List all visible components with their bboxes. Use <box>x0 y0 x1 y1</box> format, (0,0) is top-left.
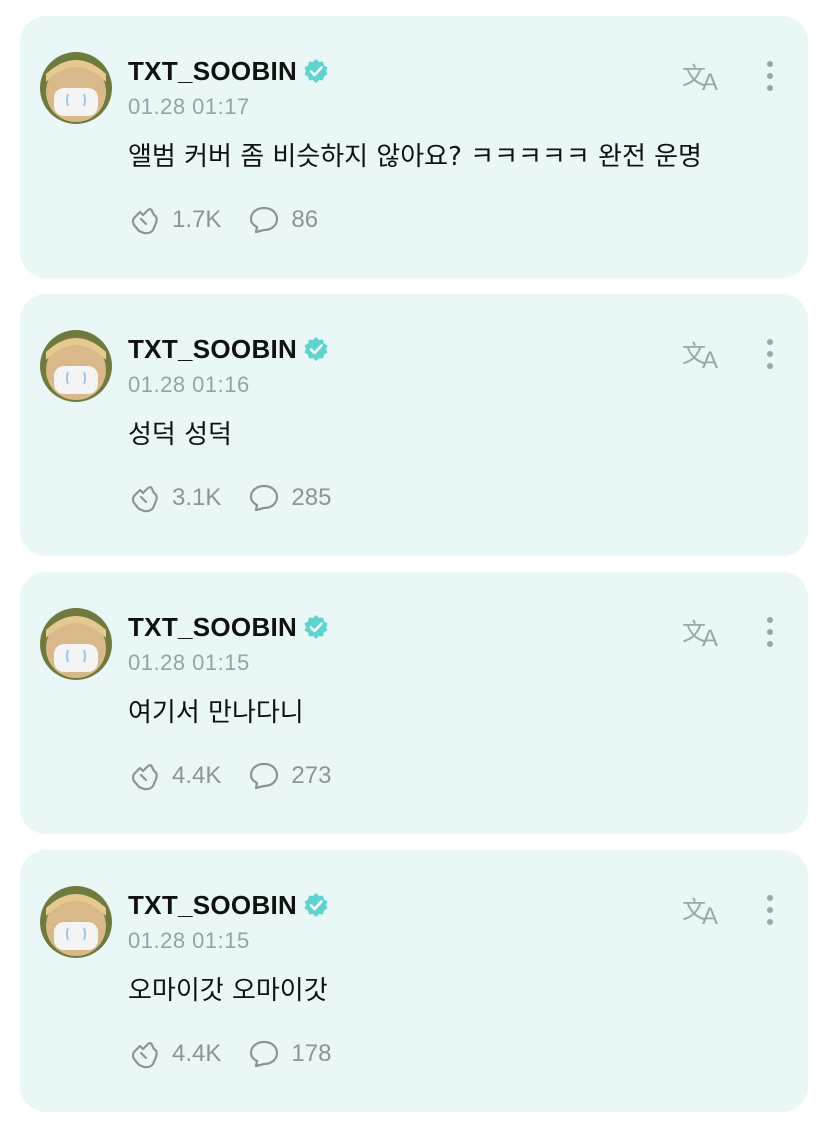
like-count: 4.4K <box>172 1040 222 1067</box>
like-count: 3.1K <box>172 484 222 511</box>
post-text: 여기서 만나다니 <box>128 698 304 728</box>
comment-bubble-icon <box>247 759 281 793</box>
cheer-hand-icon <box>128 759 162 793</box>
comment-button[interactable]: 273 <box>247 759 331 793</box>
author-row: TXT_SOOBIN <box>128 610 329 644</box>
cheer-hand-icon <box>128 203 162 237</box>
avatar[interactable] <box>40 886 112 958</box>
post-card[interactable]: TXT_SOOBIN 01.28 01:15 文 A 오마이갓 오마이갓 4.4… <box>20 850 808 1112</box>
translate-icon[interactable]: 文 A <box>682 612 726 652</box>
more-vertical-icon[interactable] <box>758 56 782 96</box>
post-feed: TXT_SOOBIN 01.28 01:17 文 A 앨범 커버 좀 비슷하지 … <box>0 0 828 1142</box>
more-vertical-icon[interactable] <box>758 890 782 930</box>
post-stats: 4.4K 273 <box>128 758 357 794</box>
post-timestamp: 01.28 01:17 <box>128 94 250 119</box>
username[interactable]: TXT_SOOBIN <box>128 612 297 643</box>
comment-count: 273 <box>291 762 332 789</box>
cheer-hand-icon <box>128 481 162 515</box>
post-timestamp: 01.28 01:16 <box>128 372 250 397</box>
avatar[interactable] <box>40 330 112 402</box>
post-stats: 3.1K 285 <box>128 480 357 516</box>
author-row: TXT_SOOBIN <box>128 888 329 922</box>
author-row: TXT_SOOBIN <box>128 54 329 88</box>
verified-badge-icon <box>303 336 329 362</box>
like-count: 1.7K <box>172 206 222 233</box>
comment-bubble-icon <box>247 481 281 515</box>
svg-text:A: A <box>702 347 718 374</box>
comment-count: 86 <box>291 206 319 233</box>
comment-button[interactable]: 285 <box>247 481 331 515</box>
post-card[interactable]: TXT_SOOBIN 01.28 01:16 文 A 성덕 성덕 3.1K 28… <box>20 294 808 556</box>
author-row: TXT_SOOBIN <box>128 332 329 366</box>
avatar[interactable] <box>40 608 112 680</box>
post-text: 오마이갓 오마이갓 <box>128 976 328 1006</box>
svg-text:A: A <box>702 69 718 96</box>
avatar[interactable] <box>40 52 112 124</box>
translate-icon[interactable]: 文 A <box>682 334 726 374</box>
comment-count: 285 <box>291 484 332 511</box>
translate-icon[interactable]: 文 A <box>682 890 726 930</box>
verified-badge-icon <box>303 58 329 84</box>
comment-bubble-icon <box>247 203 281 237</box>
svg-text:A: A <box>702 903 718 930</box>
more-vertical-icon[interactable] <box>758 612 782 652</box>
verified-badge-icon <box>303 614 329 640</box>
verified-badge-icon <box>303 892 329 918</box>
like-count: 4.4K <box>172 762 222 789</box>
comment-button[interactable]: 86 <box>247 203 318 237</box>
comment-count: 178 <box>291 1040 332 1067</box>
post-text: 앨범 커버 좀 비슷하지 않아요? ㅋㅋㅋㅋㅋ 완전 운명 <box>128 142 702 172</box>
cheer-hand-icon <box>128 1037 162 1071</box>
like-button[interactable]: 4.4K <box>128 1037 221 1071</box>
username[interactable]: TXT_SOOBIN <box>128 334 297 365</box>
username[interactable]: TXT_SOOBIN <box>128 56 297 87</box>
post-stats: 1.7K 86 <box>128 202 344 238</box>
post-timestamp: 01.28 01:15 <box>128 928 250 953</box>
comment-button[interactable]: 178 <box>247 1037 331 1071</box>
username[interactable]: TXT_SOOBIN <box>128 890 297 921</box>
post-timestamp: 01.28 01:15 <box>128 650 250 675</box>
post-text: 성덕 성덕 <box>128 420 232 450</box>
post-stats: 4.4K 178 <box>128 1036 357 1072</box>
post-card[interactable]: TXT_SOOBIN 01.28 01:17 文 A 앨범 커버 좀 비슷하지 … <box>20 16 808 278</box>
like-button[interactable]: 1.7K <box>128 203 221 237</box>
like-button[interactable]: 4.4K <box>128 759 221 793</box>
like-button[interactable]: 3.1K <box>128 481 221 515</box>
svg-text:A: A <box>702 625 718 652</box>
translate-icon[interactable]: 文 A <box>682 56 726 96</box>
more-vertical-icon[interactable] <box>758 334 782 374</box>
post-card[interactable]: TXT_SOOBIN 01.28 01:15 文 A 여기서 만나다니 4.4K… <box>20 572 808 834</box>
comment-bubble-icon <box>247 1037 281 1071</box>
